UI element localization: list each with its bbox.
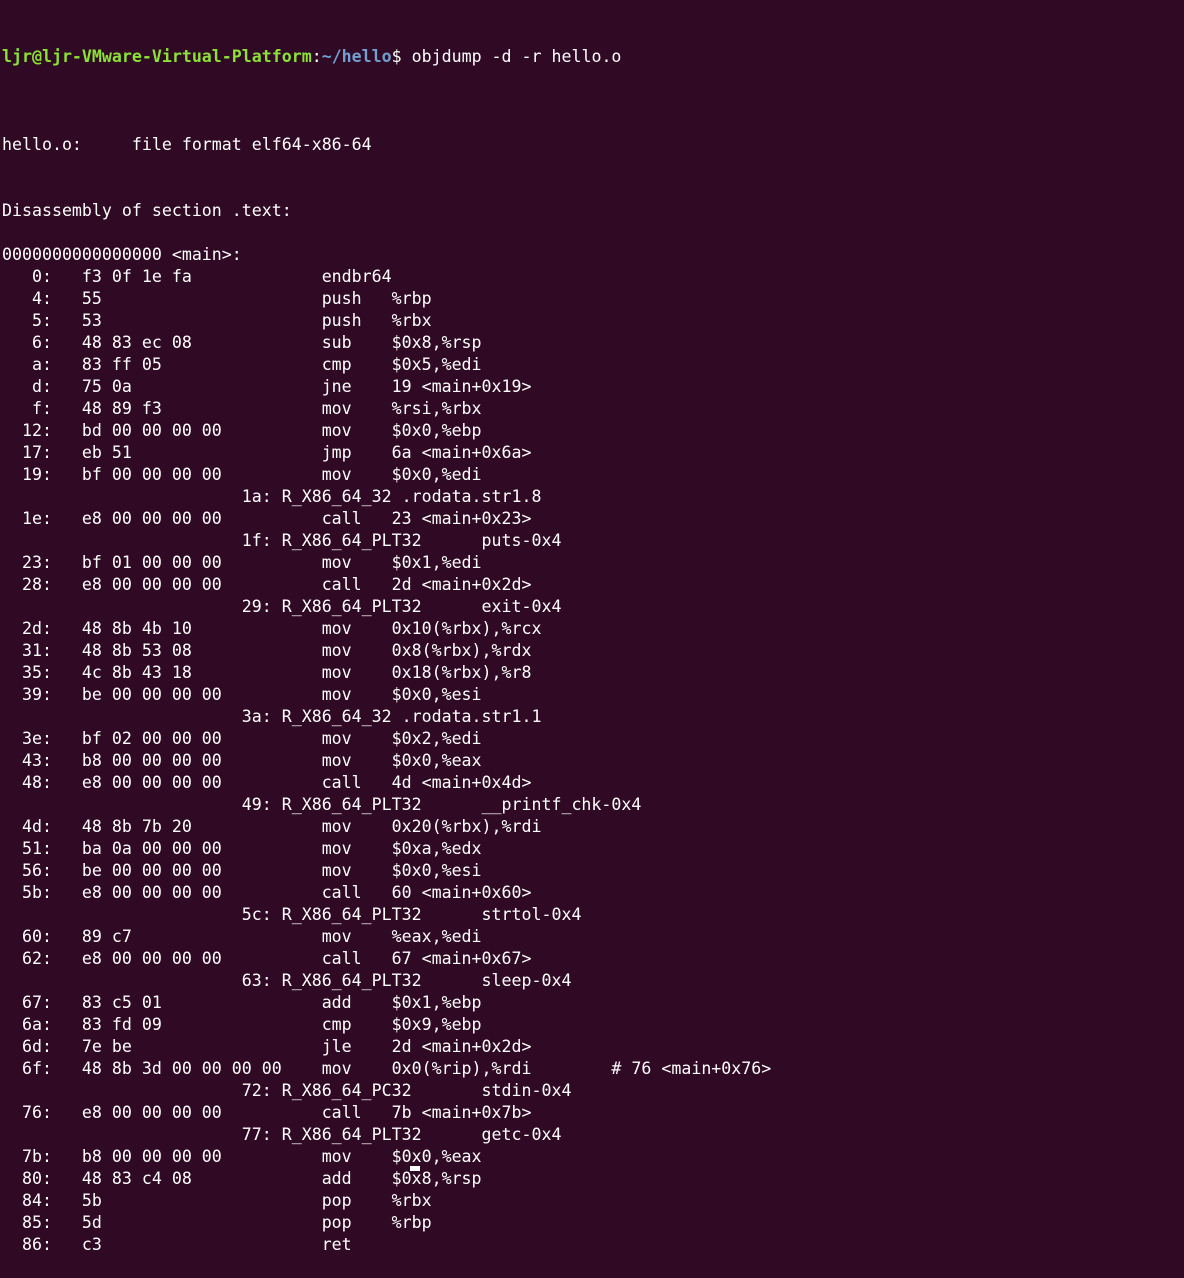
output-line: Disassembly of section .text: [2, 201, 292, 220]
output-line: 1e: e8 00 00 00 00 call 23 <main+0x23> [2, 509, 532, 528]
output-line: 49: R_X86_64_PLT32 __printf_chk-0x4 [2, 795, 642, 814]
prompt-separator: : [311, 47, 322, 66]
output-line: 0000000000000000 <main>: [2, 245, 242, 264]
output-line: 4: 55 push %rbp [2, 289, 432, 308]
output-line: 31: 48 8b 53 08 mov 0x8(%rbx),%rdx [2, 641, 532, 660]
output-line: 23: bf 01 00 00 00 mov $0x1,%edi [2, 553, 482, 572]
output-line: 3e: bf 02 00 00 00 mov $0x2,%edi [2, 729, 482, 748]
output-line: 80: 48 83 c4 08 add $0x8,%rsp [2, 1169, 482, 1188]
output-line: 86: c3 ret [2, 1235, 352, 1254]
output-line: f: 48 89 f3 mov %rsi,%rbx [2, 399, 482, 418]
output-line: 76: e8 00 00 00 00 call 7b <main+0x7b> [2, 1103, 532, 1122]
output-line: 6: 48 83 ec 08 sub $0x8,%rsp [2, 333, 482, 352]
output-line: 12: bd 00 00 00 00 mov $0x0,%ebp [2, 421, 482, 440]
output-line: hello.o: file format elf64-x86-64 [2, 135, 372, 154]
output-line: 19: bf 00 00 00 00 mov $0x0,%edi [2, 465, 482, 484]
output-line: d: 75 0a jne 19 <main+0x19> [2, 377, 532, 396]
output-line: 1f: R_X86_64_PLT32 puts-0x4 [2, 531, 562, 550]
output-line: 6f: 48 8b 3d 00 00 00 00 mov 0x0(%rip),%… [2, 1059, 772, 1078]
command-output: hello.o: file format elf64-x86-64 Disasse… [2, 112, 1184, 1256]
terminal-output[interactable]: ljr@ljr-VMware-Virtual-Platform:~/hello$… [2, 2, 1184, 1254]
output-line: 7b: b8 00 00 00 00 mov $0x0,%eax [2, 1147, 482, 1166]
output-line: 5c: R_X86_64_PLT32 strtol-0x4 [2, 905, 582, 924]
output-line: 17: eb 51 jmp 6a <main+0x6a> [2, 443, 532, 462]
output-line: 77: R_X86_64_PLT32 getc-0x4 [2, 1125, 562, 1144]
output-line: 28: e8 00 00 00 00 call 2d <main+0x2d> [2, 575, 532, 594]
output-line: 6a: 83 fd 09 cmp $0x9,%ebp [2, 1015, 482, 1034]
text-cursor [410, 1166, 420, 1171]
output-line: 56: be 00 00 00 00 mov $0x0,%esi [2, 861, 482, 880]
prompt-user-host: ljr@ljr-VMware-Virtual-Platform [2, 47, 312, 66]
output-line: 2d: 48 8b 4b 10 mov 0x10(%rbx),%rcx [2, 619, 542, 638]
output-line: 43: b8 00 00 00 00 mov $0x0,%eax [2, 751, 482, 770]
output-line: 72: R_X86_64_PC32 stdin-0x4 [2, 1081, 572, 1100]
output-line: a: 83 ff 05 cmp $0x5,%edi [2, 355, 482, 374]
output-line: 39: be 00 00 00 00 mov $0x0,%esi [2, 685, 482, 704]
output-line: 63: R_X86_64_PLT32 sleep-0x4 [2, 971, 572, 990]
output-line: 1a: R_X86_64_32 .rodata.str1.8 [2, 487, 542, 506]
output-line: 84: 5b pop %rbx [2, 1191, 432, 1210]
output-line: 35: 4c 8b 43 18 mov 0x18(%rbx),%r8 [2, 663, 532, 682]
output-line: 6d: 7e be jle 2d <main+0x2d> [2, 1037, 532, 1056]
output-line: 29: R_X86_64_PLT32 exit-0x4 [2, 597, 562, 616]
output-line: 3a: R_X86_64_32 .rodata.str1.1 [2, 707, 542, 726]
output-line: 85: 5d pop %rbp [2, 1213, 432, 1232]
output-line: 5b: e8 00 00 00 00 call 60 <main+0x60> [2, 883, 532, 902]
prompt-path: ~/hello [321, 47, 392, 66]
output-line: 4d: 48 8b 7b 20 mov 0x20(%rbx),%rdi [2, 817, 542, 836]
output-line: 5: 53 push %rbx [2, 311, 432, 330]
output-line: 60: 89 c7 mov %eax,%edi [2, 927, 482, 946]
command-text: objdump -d -r hello.o [411, 47, 622, 66]
output-line: 67: 83 c5 01 add $0x1,%ebp [2, 993, 482, 1012]
output-line: 48: e8 00 00 00 00 call 4d <main+0x4d> [2, 773, 532, 792]
output-line: 51: ba 0a 00 00 00 mov $0xa,%edx [2, 839, 482, 858]
prompt-line: ljr@ljr-VMware-Virtual-Platform:~/hello$… [2, 46, 1184, 68]
output-line: 0: f3 0f 1e fa endbr64 [2, 267, 392, 286]
prompt-symbol: $ [391, 47, 412, 66]
output-line: 62: e8 00 00 00 00 call 67 <main+0x67> [2, 949, 532, 968]
